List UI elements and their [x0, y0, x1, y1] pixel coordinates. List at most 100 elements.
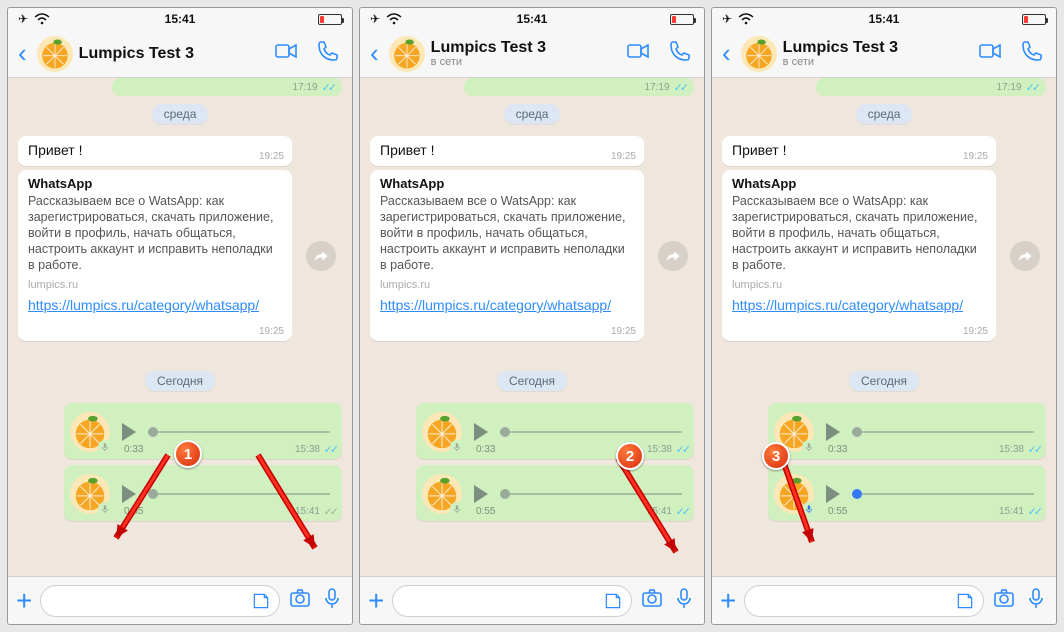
input-bar: + [8, 576, 352, 624]
incoming-link-message[interactable]: WhatsApp Рассказываем все о WatsApp: как… [370, 170, 644, 341]
camera-button[interactable] [992, 586, 1016, 615]
voice-avatar [774, 474, 814, 514]
attach-button[interactable]: + [16, 585, 32, 617]
date-separator: Сегодня [497, 371, 567, 391]
voice-call-button[interactable] [310, 39, 346, 68]
attach-button[interactable]: + [720, 585, 736, 617]
voice-track[interactable] [500, 431, 682, 433]
incoming-link-message[interactable]: WhatsApp Рассказываем все о WatsApp: как… [18, 170, 292, 341]
voice-time: 15:41 [647, 506, 672, 517]
wifi-icon [386, 13, 402, 25]
status-time: 15:41 [869, 12, 900, 26]
message-input[interactable] [744, 585, 984, 617]
incoming-text-message[interactable]: Привет ! 19:25 [370, 136, 644, 166]
attach-button[interactable]: + [368, 585, 384, 617]
voice-duration: 0:33 [476, 444, 495, 455]
voice-message-2[interactable]: 0:55 15:41 ✓✓ [64, 465, 342, 521]
mic-icon [450, 440, 464, 454]
forward-button[interactable] [658, 241, 688, 271]
play-button[interactable] [826, 485, 840, 503]
camera-button[interactable] [288, 586, 312, 615]
sticker-button[interactable] [955, 591, 975, 616]
mic-icon [98, 440, 112, 454]
video-call-button[interactable] [620, 39, 656, 68]
status-bar: ✈︎ 15:41 [360, 8, 704, 30]
incoming-link-message[interactable]: WhatsApp Рассказываем все о WatsApp: как… [722, 170, 996, 341]
record-voice-button[interactable] [320, 586, 344, 615]
voice-avatar [422, 474, 462, 514]
link-url[interactable]: https://lumpics.ru/category/whatsapp/ [28, 297, 282, 325]
contact-name: Lumpics Test 3 [431, 39, 614, 57]
battery-icon [670, 14, 694, 25]
contact-name: Lumpics Test 3 [783, 39, 966, 57]
date-separator: Сегодня [145, 371, 215, 391]
voice-duration: 0:33 [124, 444, 143, 455]
voice-message-1[interactable]: 0:33 15:38 ✓✓ [64, 403, 342, 459]
battery-icon [318, 14, 342, 25]
voice-avatar [422, 412, 462, 452]
forward-button[interactable] [306, 241, 336, 271]
voice-message-1[interactable]: 0:33 15:38 ✓✓ [416, 403, 694, 459]
read-receipt-icon: ✓✓ [324, 443, 336, 456]
play-button[interactable] [474, 485, 488, 503]
video-call-button[interactable] [268, 39, 304, 68]
wifi-icon [34, 13, 50, 25]
date-separator: среда [504, 104, 561, 124]
link-url[interactable]: https://lumpics.ru/category/whatsapp/ [732, 297, 986, 325]
voice-call-button[interactable] [662, 39, 698, 68]
play-button[interactable] [122, 423, 136, 441]
contact-title[interactable]: Lumpics Test 3 [79, 45, 262, 63]
contact-avatar[interactable] [741, 36, 777, 72]
annotation-badge: 1 [174, 440, 202, 468]
read-receipt-icon: ✓✓ [324, 505, 336, 518]
voice-message-2[interactable]: 0:55 15:41 ✓✓ [416, 465, 694, 521]
contact-title[interactable]: Lumpics Test 3 в сети [783, 39, 966, 69]
contact-status: в сети [783, 56, 966, 68]
play-button[interactable] [474, 423, 488, 441]
chat-area[interactable]: 17:19✓✓ среда Привет ! 19:25 WhatsApp Ра… [712, 78, 1056, 576]
voice-track[interactable] [852, 431, 1034, 433]
record-voice-button[interactable] [672, 586, 696, 615]
date-separator: среда [856, 104, 913, 124]
voice-avatar [70, 474, 110, 514]
chat-area[interactable]: 17:19✓✓ среда Привет ! 19:25 WhatsApp Ра… [360, 78, 704, 576]
chat-area[interactable]: 17:19✓✓ среда Привет ! 19:25 WhatsApp Ра… [8, 78, 352, 576]
voice-time: 15:41 [295, 506, 320, 517]
sticker-button[interactable] [251, 591, 271, 616]
contact-avatar[interactable] [37, 36, 73, 72]
camera-button[interactable] [640, 586, 664, 615]
sticker-button[interactable] [603, 591, 623, 616]
incoming-text-message[interactable]: Привет ! 19:25 [18, 136, 292, 166]
forward-button[interactable] [1010, 241, 1040, 271]
voice-track[interactable] [500, 493, 682, 495]
voice-message-2[interactable]: 0:55 15:41 ✓✓ [768, 465, 1046, 521]
chat-header: ‹ Lumpics Test 3 в сети [360, 30, 704, 78]
annotation-badge: 2 [616, 442, 644, 470]
play-button[interactable] [122, 485, 136, 503]
play-button[interactable] [826, 423, 840, 441]
record-voice-button[interactable] [1024, 586, 1048, 615]
video-call-button[interactable] [972, 39, 1008, 68]
link-url[interactable]: https://lumpics.ru/category/whatsapp/ [380, 297, 634, 325]
status-bar: ✈︎ 15:41 [712, 8, 1056, 30]
previous-message-tail: 17:19✓✓ [816, 78, 1046, 96]
voice-duration: 0:55 [476, 506, 495, 517]
airplane-icon: ✈︎ [722, 12, 732, 26]
voice-track[interactable] [852, 493, 1034, 495]
input-bar: + [360, 576, 704, 624]
screenshot-3: ✈︎ 15:41 ‹ Lumpics Test 3 в сети 17:19✓✓… [711, 7, 1057, 625]
contact-title[interactable]: Lumpics Test 3 в сети [431, 39, 614, 69]
voice-track[interactable] [148, 431, 330, 433]
message-input[interactable] [40, 585, 280, 617]
chat-header: ‹ Lumpics Test 3 в сети [712, 30, 1056, 78]
back-button[interactable]: ‹ [718, 38, 735, 69]
airplane-icon: ✈︎ [18, 12, 28, 26]
voice-track[interactable] [148, 493, 330, 495]
back-button[interactable]: ‹ [14, 38, 31, 69]
incoming-text-message[interactable]: Привет ! 19:25 [722, 136, 996, 166]
contact-avatar[interactable] [389, 36, 425, 72]
message-input[interactable] [392, 585, 632, 617]
voice-call-button[interactable] [1014, 39, 1050, 68]
back-button[interactable]: ‹ [366, 38, 383, 69]
voice-message-1[interactable]: 0:33 15:38 ✓✓ [768, 403, 1046, 459]
